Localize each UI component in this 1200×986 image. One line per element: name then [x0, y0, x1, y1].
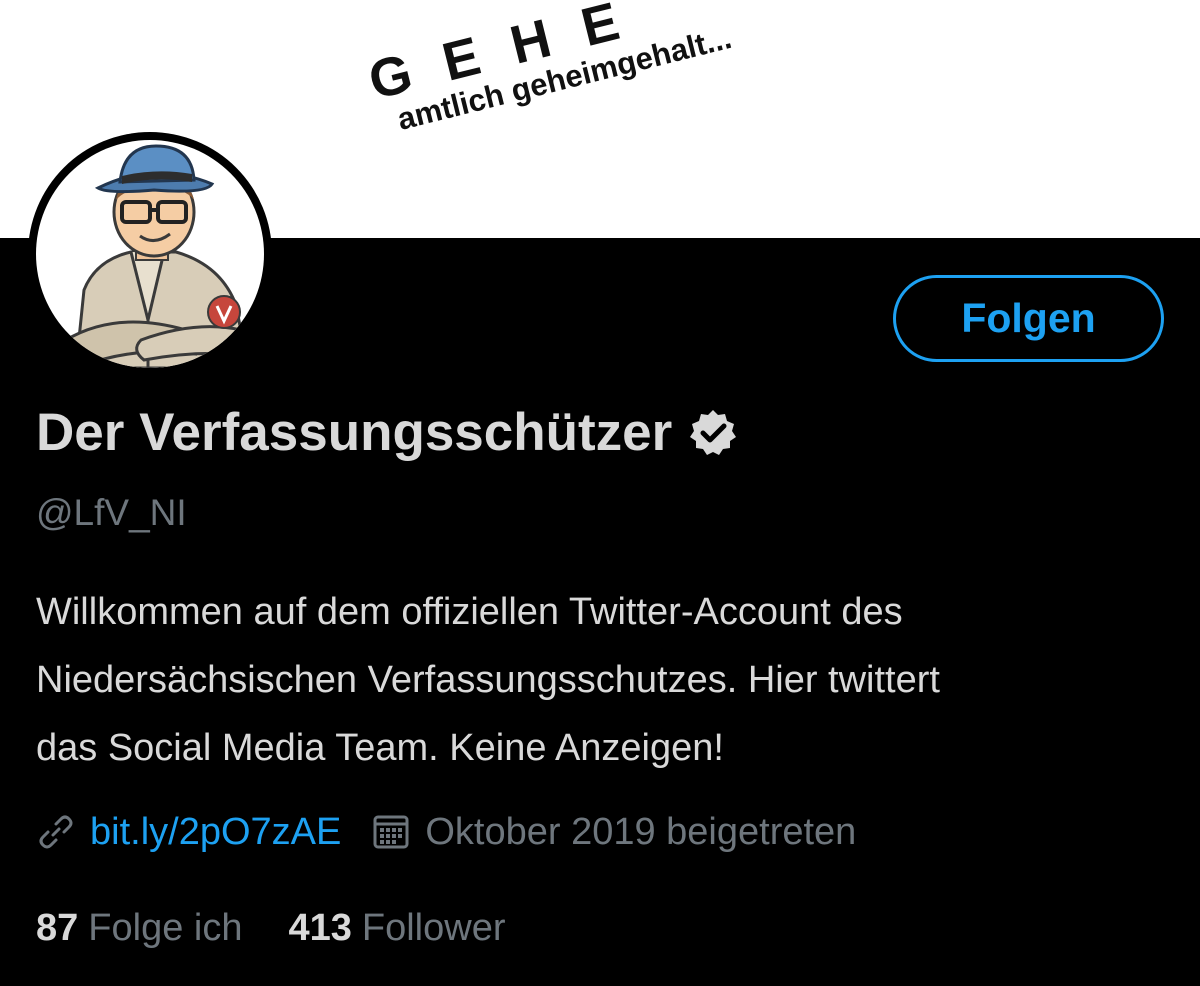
calendar-icon: [371, 812, 411, 852]
bio-line: Niedersächsischen Verfassungsschutzes. H…: [36, 659, 940, 701]
profile-page: GEHE amtlich geheimgehalt... Folgen Der …: [0, 0, 1200, 986]
bio-line: Willkommen auf dem offiziellen Twitter-A…: [36, 591, 903, 633]
bio-line: das Social Media Team. Keine Anzeigen!: [36, 727, 724, 769]
profile-meta: bit.ly/2pO7zAE Oktober 2019 beigetreten: [36, 804, 856, 860]
avatar[interactable]: [28, 132, 272, 376]
follow-button[interactable]: Folgen: [893, 275, 1164, 362]
verified-badge-icon: [688, 408, 738, 458]
followers-count: 413: [288, 906, 352, 949]
profile-name-row: Der Verfassungsschützer: [36, 398, 738, 468]
joined-date: Oktober 2019 beigetreten: [425, 810, 857, 853]
following-stat[interactable]: 87 Folge ich: [36, 907, 242, 950]
profile-link[interactable]: bit.ly/2pO7zAE: [90, 811, 341, 854]
link-icon: [36, 812, 76, 852]
cartoon-agent-icon: [64, 144, 250, 368]
followers-stat[interactable]: 413 Follower: [288, 907, 505, 950]
display-name: Der Verfassungsschützer: [36, 403, 673, 462]
followers-label: Follower: [361, 906, 506, 949]
profile-stats: 87 Folge ich 413 Follower: [36, 900, 552, 956]
following-label: Folge ich: [88, 906, 243, 949]
banner-stamp: GEHE amtlich geheimgehalt...: [350, 0, 735, 142]
avatar-image: [36, 140, 264, 368]
following-count: 87: [36, 906, 79, 949]
profile-handle: @LfV_NI: [36, 492, 187, 533]
profile-bio: Willkommen auf dem offiziellen Twitter-A…: [36, 578, 1166, 782]
